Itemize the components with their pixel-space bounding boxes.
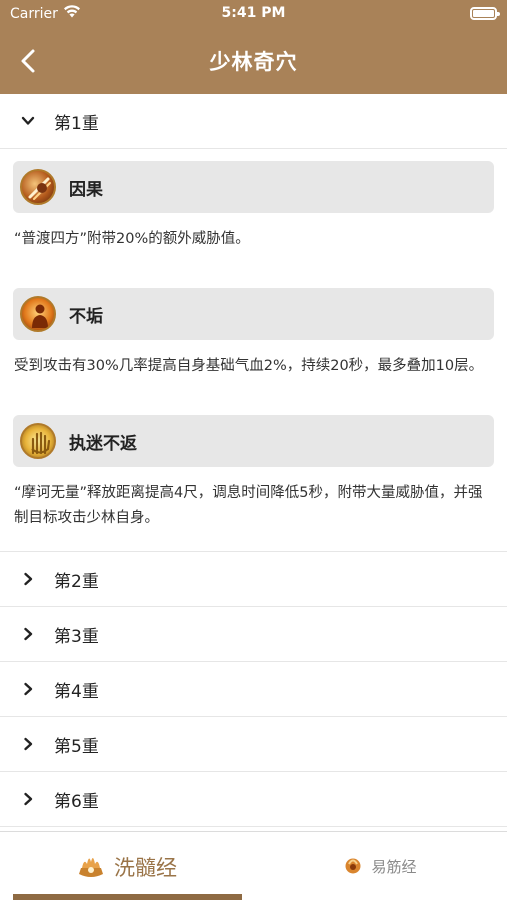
yijin-emblem-icon — [343, 855, 363, 879]
section-label: 第4重 — [54, 681, 99, 702]
tab-label: 洗髓经 — [114, 855, 177, 880]
monk-body-icon — [20, 296, 56, 332]
acupoint-name: 不垢 — [69, 306, 103, 327]
battery-icon — [470, 7, 500, 20]
tab-bar: 洗髓经 易筋经 — [0, 831, 507, 900]
section-header-1[interactable]: 第1重 — [0, 94, 507, 149]
acupoint-name: 因果 — [69, 179, 103, 200]
section-label: 第5重 — [54, 736, 99, 757]
section-header-2[interactable]: 第2重 — [0, 552, 507, 607]
chevron-right-icon — [8, 552, 48, 607]
status-bar: Carrier 5:41 PM — [0, 0, 507, 28]
chevron-right-icon — [8, 607, 48, 662]
chevron-right-icon — [8, 662, 48, 717]
section-1-content: 因果 “普渡四方”附带20%的额外威胁值。 不垢 受到攻击有30%几率提高自身基… — [0, 149, 507, 552]
status-time: 5:41 PM — [221, 5, 286, 21]
navigation-bar: 少林奇穴 — [0, 28, 507, 94]
section-header-6[interactable]: 第6重 — [0, 772, 507, 827]
top-bar: Carrier 5:41 PM 少林奇穴 — [0, 0, 507, 94]
acupoint-header-zhimibufan[interactable]: 执迷不返 — [13, 415, 494, 467]
section-label: 第6重 — [54, 791, 99, 812]
golden-palm-icon — [20, 423, 56, 459]
acupoint-description: “摩诃无量”释放距离提高4尺，调息时间降低5秒，附带大量威胁值，并强制目标攻击少… — [14, 485, 483, 526]
section-label: 第2重 — [54, 571, 99, 592]
tab-label: 易筋经 — [371, 858, 417, 876]
page-title: 少林奇穴 — [209, 50, 298, 74]
acupoint-header-yinguo[interactable]: 因果 — [13, 161, 494, 213]
chevron-down-icon — [8, 94, 48, 149]
active-tab-indicator — [13, 894, 242, 900]
section-header-4[interactable]: 第4重 — [0, 662, 507, 717]
chevron-right-icon — [8, 772, 48, 827]
section-label: 第1重 — [54, 113, 99, 134]
chevron-right-icon — [8, 717, 48, 772]
xisui-emblem-icon — [76, 852, 106, 882]
fist-strike-icon — [20, 169, 56, 205]
section-label: 第3重 — [54, 626, 99, 647]
acupoint-description: 受到攻击有30%几率提高自身基础气血2%，持续20秒，最多叠加10层。 — [14, 358, 484, 374]
tab-yijinjing[interactable]: 易筋经 — [253, 832, 507, 900]
tab-xisuijing[interactable]: 洗髓经 — [0, 832, 253, 900]
section-header-3[interactable]: 第3重 — [0, 607, 507, 662]
section-header-5[interactable]: 第5重 — [0, 717, 507, 772]
acupoint-name: 执迷不返 — [69, 433, 137, 454]
acupoint-description: “普渡四方”附带20%的额外威胁值。 — [14, 231, 250, 247]
sections-list[interactable]: 第1重 因果 “普渡四方”附带20%的额外威胁值。 不垢 受到攻击有30%几率提… — [0, 94, 507, 831]
acupoint-header-bugou[interactable]: 不垢 — [13, 288, 494, 340]
